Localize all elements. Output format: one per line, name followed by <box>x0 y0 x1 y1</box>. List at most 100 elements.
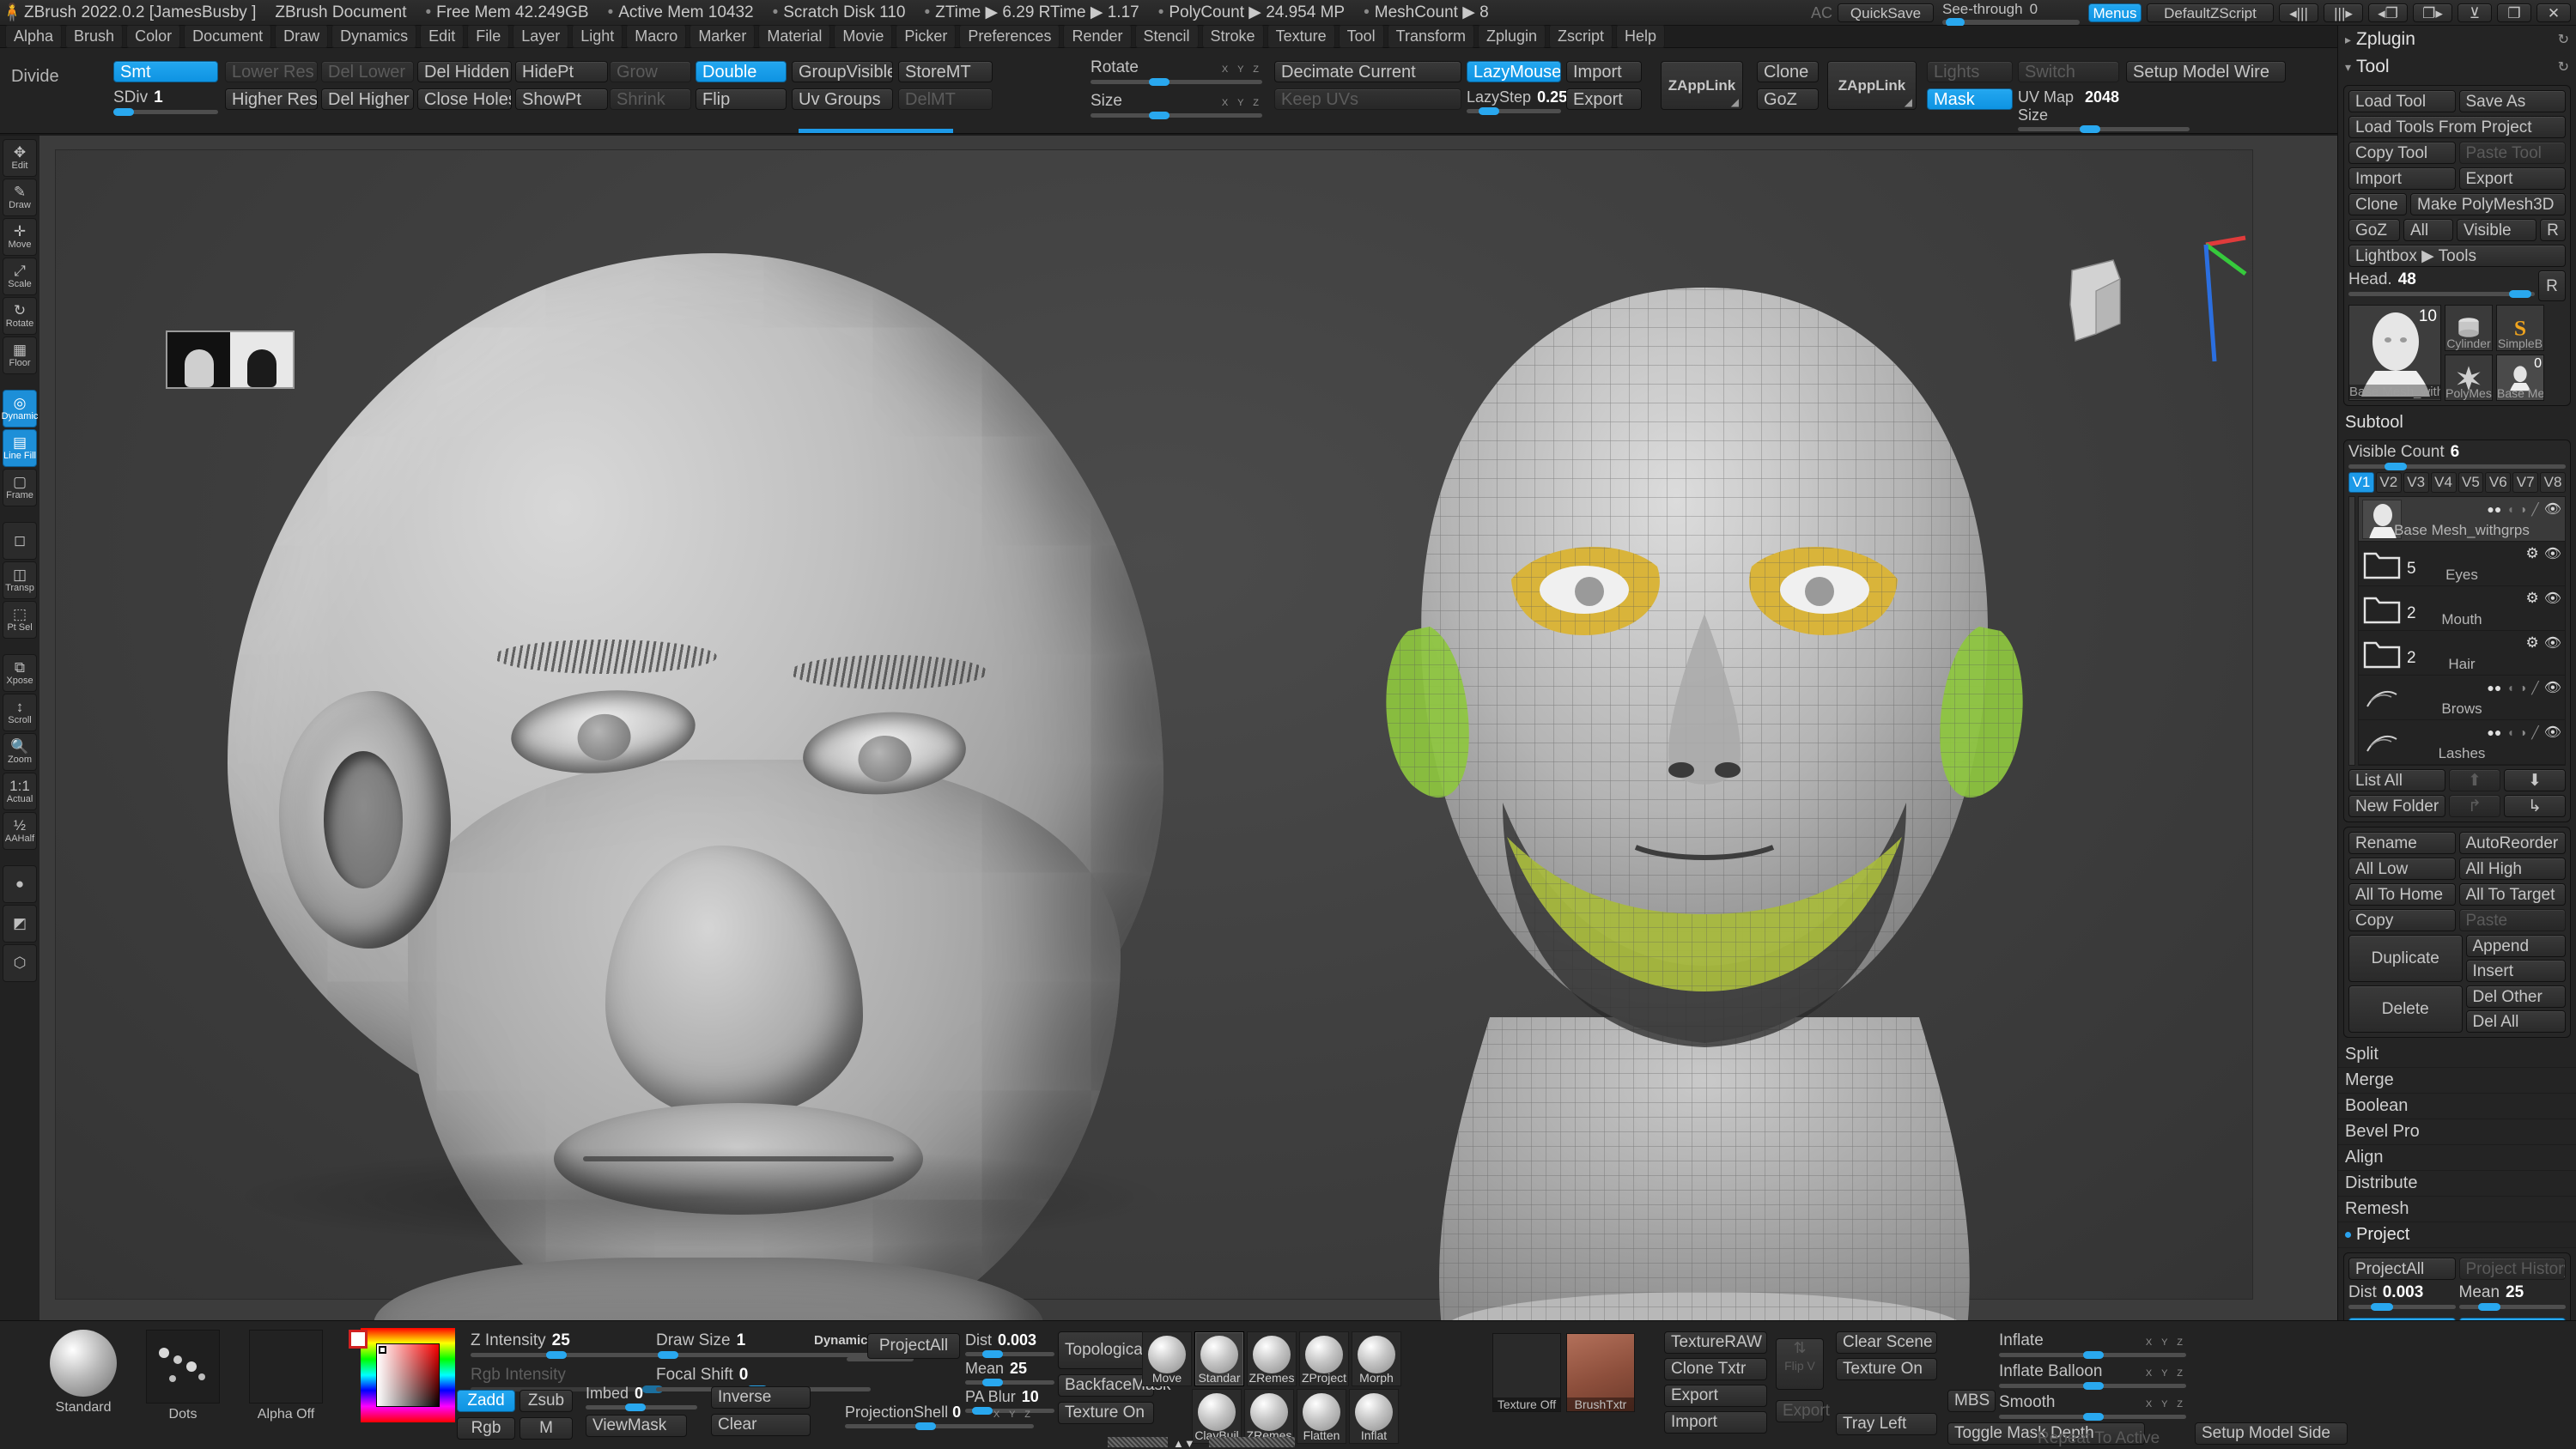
bottom-mean-knob[interactable] <box>982 1379 1003 1386</box>
polypaint-icon[interactable]: ●● <box>2487 681 2501 694</box>
lazy-step-slider[interactable]: LazyStep0.25 <box>1467 88 1561 113</box>
subtool-duplicate-button[interactable]: Duplicate <box>2348 935 2463 982</box>
double-toggle[interactable]: Double <box>696 61 787 82</box>
subtool-row[interactable]: Base Mesh_withgrps●●◖◑╱👁 <box>2359 497 2565 542</box>
brush-texture-slot[interactable]: BrushTxtr <box>1566 1333 1635 1412</box>
stroke-slot[interactable]: Dots <box>146 1330 220 1422</box>
visible-count-slider[interactable]: Visible Count6 <box>2348 443 2566 469</box>
eye-visibility-icon[interactable]: 👁 <box>2544 724 2561 741</box>
project-mean-slider[interactable]: Mean25 <box>2459 1283 2567 1309</box>
left-tool-actual[interactable]: 1:1Actual <box>3 773 37 810</box>
setup-model-wire-button[interactable]: Setup Model Wire <box>2126 61 2286 82</box>
brush-flatten[interactable]: Flatten <box>1297 1389 1346 1444</box>
left-tool-xpose[interactable]: ⧉Xpose <box>3 654 37 692</box>
left-tool-rotate[interactable]: ↻Rotate <box>3 297 37 335</box>
tool-collapse-icon[interactable]: ▾ <box>2345 60 2351 75</box>
goz-r-button[interactable]: R <box>2540 219 2566 241</box>
project-mean-knob[interactable] <box>2478 1303 2500 1311</box>
brush-claybuil[interactable]: ClayBuil <box>1192 1389 1242 1444</box>
tray-right-collapse-icon[interactable]: |||▸ <box>2324 3 2363 22</box>
subtool-row[interactable]: 2Hair⚙👁 <box>2359 631 2565 676</box>
color-picker[interactable] <box>361 1328 455 1422</box>
size-slider[interactable]: Size X Y Z <box>1091 92 1262 118</box>
head-slider-r-button[interactable]: R <box>2538 270 2566 301</box>
zplugin-expand-icon[interactable]: ▸ <box>2345 33 2351 47</box>
current-color-swatch[interactable] <box>349 1330 368 1349</box>
subtool-merge-down-button[interactable]: ↳ <box>2504 795 2566 817</box>
subtool-view-tab-v3[interactable]: V3 <box>2403 472 2429 493</box>
bottom-projection-shell-knob[interactable] <box>915 1422 936 1430</box>
submenu-merge[interactable]: Merge <box>2338 1068 2576 1094</box>
subtool-autoreorder-button[interactable]: AutoReorder <box>2459 832 2567 854</box>
restore-button[interactable]: ❐ <box>2497 3 2531 22</box>
inflate-slider[interactable]: Inflate X Y Z <box>1999 1331 2186 1357</box>
subtool-all-high-button[interactable]: All High <box>2459 858 2567 880</box>
view-orientation-gizmo[interactable] <box>2046 245 2141 356</box>
menu-item-picker[interactable]: Picker <box>896 25 956 48</box>
decimate-current-button[interactable]: Decimate Current <box>1274 61 1461 82</box>
scroll-arrows-icon[interactable]: ▲▼ <box>1173 1437 1195 1449</box>
left-tool-draw[interactable]: ✎Draw <box>3 179 37 216</box>
left-tool-button-19[interactable]: ⬡ <box>3 944 37 982</box>
shading-icon[interactable]: ◖ <box>2506 725 2513 739</box>
left-tool-button-17[interactable]: ● <box>3 865 37 903</box>
menu-item-render[interactable]: Render <box>1063 25 1131 48</box>
axis-gizmo[interactable] <box>2201 233 2221 361</box>
left-tool-pt-sel[interactable]: ⬚Pt Sel <box>3 601 37 639</box>
lights-button[interactable]: Lights <box>1927 61 2013 82</box>
divide-label[interactable]: Divide <box>5 65 65 87</box>
menu-item-brush[interactable]: Brush <box>65 25 123 48</box>
subtool-view-tab-v6[interactable]: V6 <box>2485 472 2511 493</box>
bottom-dist-slider[interactable]: Dist0.003 <box>965 1331 1054 1356</box>
lazy-step-knob[interactable] <box>1479 107 1499 115</box>
subtool-all-low-button[interactable]: All Low <box>2348 858 2456 880</box>
right-tray[interactable]: ▸ Zplugin ↻ ▾ Tool ↻ Load Tool Save As L… <box>2337 26 2576 1449</box>
submenu-bevel-pro[interactable]: Bevel Pro <box>2338 1119 2576 1145</box>
imbed-knob[interactable] <box>625 1404 646 1411</box>
uv-map-size-knob[interactable] <box>2080 125 2100 133</box>
left-tool-scale[interactable]: ⤢Scale <box>3 258 37 295</box>
project-dist-slider[interactable]: Dist0.003 <box>2348 1283 2456 1309</box>
tool-thumb-simple-brush[interactable]: S SimpleB <box>2496 305 2544 351</box>
topological-button[interactable]: Topological <box>1058 1331 1154 1369</box>
subtool-copy-button[interactable]: Copy <box>2348 909 2456 931</box>
texture-export-button[interactable]: Export <box>1664 1385 1767 1407</box>
grow-button[interactable]: Grow <box>610 61 691 82</box>
subtool-view-tab-v1[interactable]: V1 <box>2348 472 2374 493</box>
left-tool-line-fill[interactable]: ▤Line Fill <box>3 429 37 467</box>
menu-item-layer[interactable]: Layer <box>513 25 568 48</box>
zadd-toggle[interactable]: Zadd <box>457 1390 515 1412</box>
subtool-merge-up-button[interactable]: ↱ <box>2449 795 2500 817</box>
material-slot[interactable]: Standard <box>50 1330 117 1416</box>
size-knob[interactable] <box>1149 112 1170 119</box>
menu-item-edit[interactable]: Edit <box>420 25 464 48</box>
repeat-to-active-button[interactable]: Repeat To Active <box>2032 1428 2186 1449</box>
alpha-slot[interactable]: Alpha Off <box>249 1330 323 1422</box>
zplugin-palette-header[interactable]: ▸ Zplugin ↻ <box>2338 26 2576 53</box>
submenu-project-header[interactable]: Project <box>2338 1222 2576 1248</box>
zplugin-reset-icon[interactable]: ↻ <box>2558 31 2569 48</box>
subtool-paste-button[interactable]: Paste <box>2459 909 2567 931</box>
visible-count-knob[interactable] <box>2385 463 2407 470</box>
shrink-button[interactable]: Shrink <box>610 88 691 110</box>
left-tool-frame[interactable]: ▢Frame <box>3 469 37 506</box>
contrast-icon[interactable]: ◑ <box>2519 725 2526 739</box>
close-button[interactable]: ✕ <box>2537 3 2571 22</box>
tray-left-button[interactable]: Tray Left <box>1836 1413 1937 1435</box>
paste-tool-button[interactable]: Paste Tool <box>2459 142 2567 164</box>
load-tool-button[interactable]: Load Tool <box>2348 90 2456 112</box>
subtool-list[interactable]: Base Mesh_withgrps●●◖◑╱👁5Eyes⚙👁2Mouth⚙👁2… <box>2358 496 2566 766</box>
rotate-xyz-toggle[interactable]: X Y Z <box>1222 64 1262 75</box>
subtool-row[interactable]: 5Eyes⚙👁 <box>2359 542 2565 586</box>
brush-move[interactable]: Move <box>1142 1331 1192 1386</box>
default-zscript-button[interactable]: DefaultZScript <box>2147 3 2274 22</box>
scrollbar-track-right[interactable] <box>1209 1437 1295 1447</box>
subtool-all-to-home-button[interactable]: All To Home <box>2348 883 2456 906</box>
brush-icon[interactable]: ╱ <box>2531 725 2538 740</box>
smooth-knob[interactable] <box>2083 1413 2104 1421</box>
smooth-slider[interactable]: Smooth X Y Z <box>1999 1393 2186 1419</box>
setup-model-side-button[interactable]: Setup Model Side <box>2195 1422 2348 1445</box>
imbed-slider[interactable]: Imbed0 <box>586 1385 697 1410</box>
del-lower-button[interactable]: Del Lower <box>321 61 414 82</box>
clear-scene-button[interactable]: Clear Scene <box>1836 1331 1937 1354</box>
